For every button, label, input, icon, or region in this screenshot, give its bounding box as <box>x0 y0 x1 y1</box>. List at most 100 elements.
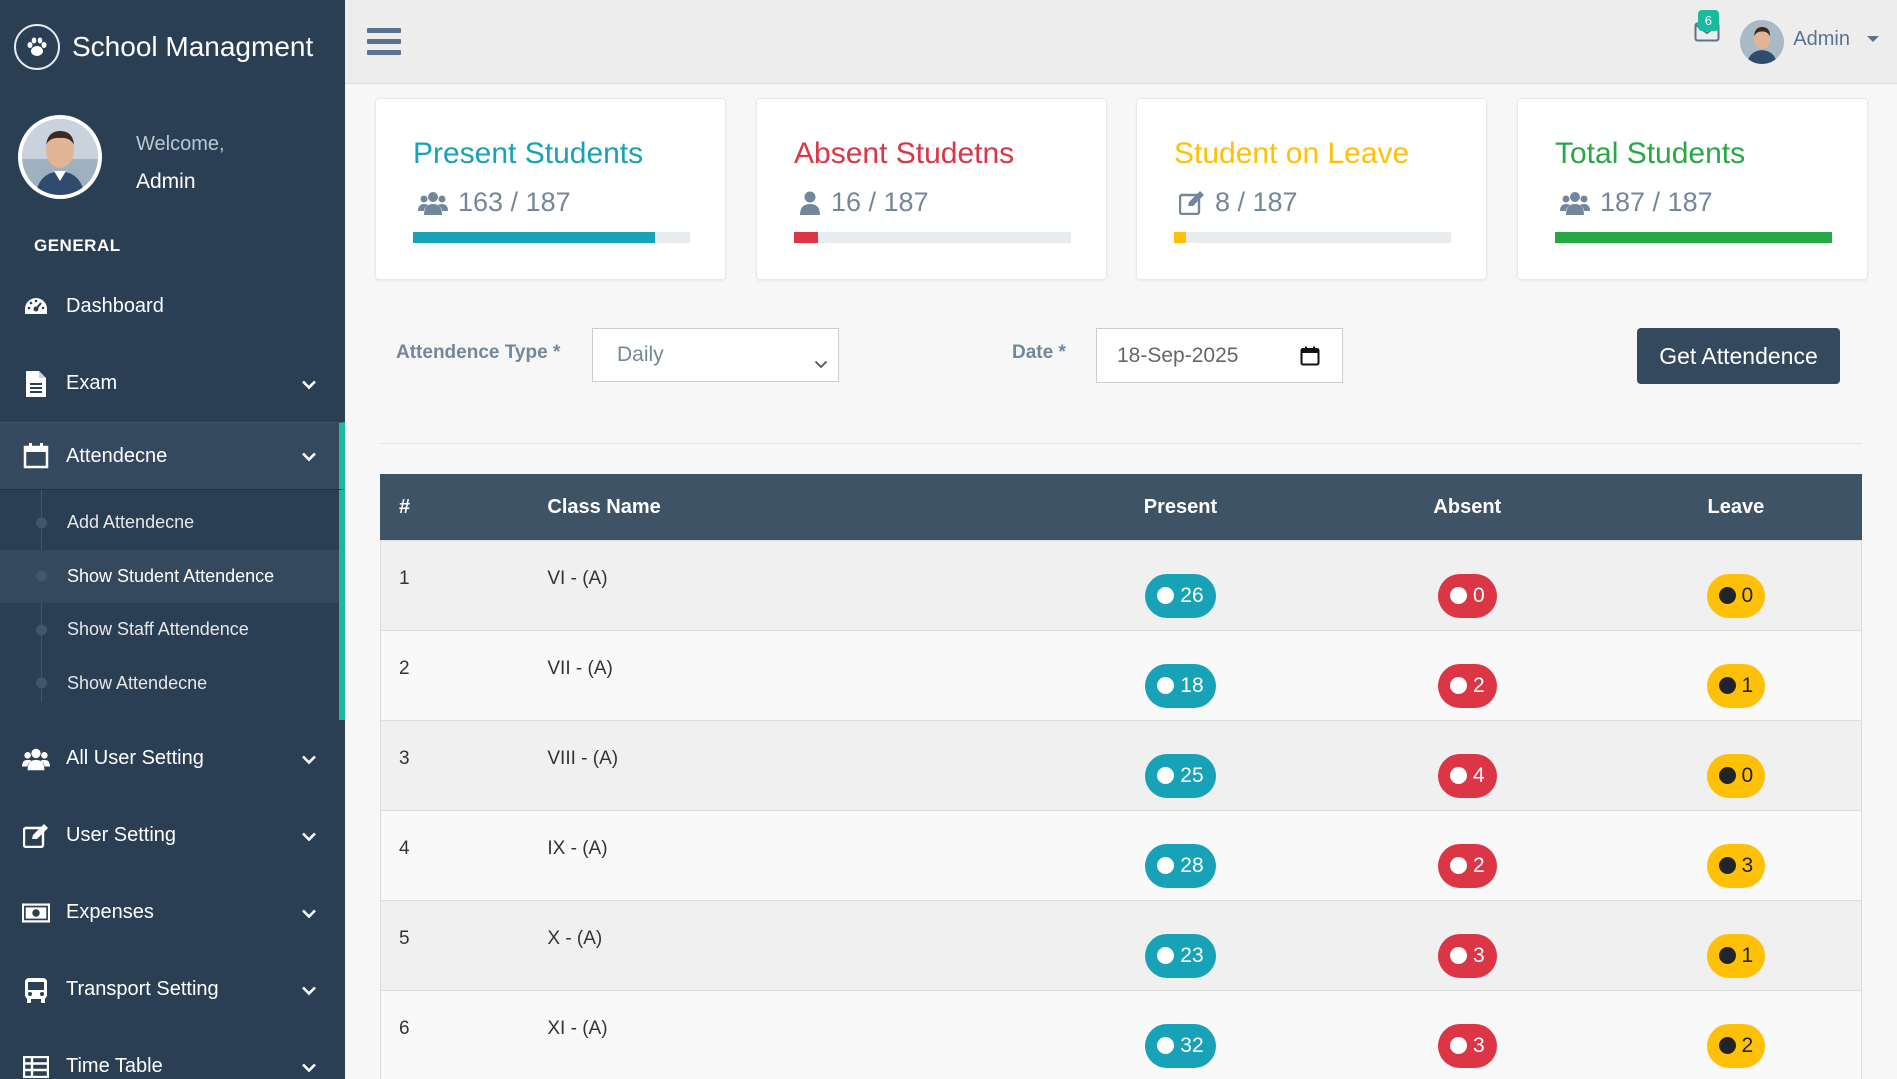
dot-icon <box>1718 677 1736 694</box>
leave-badge: 1 <box>1706 933 1766 978</box>
card-value-text: 187 / 187 <box>1600 187 1713 217</box>
avatar <box>18 115 102 199</box>
leave-count: 0 <box>1741 583 1754 607</box>
absent-count: 3 <box>1472 1033 1485 1057</box>
topbar: 6 Admin <box>345 0 1897 84</box>
sidebar-item-expenses[interactable]: Expenses <box>0 874 345 951</box>
sidebar-item-dashboard[interactable]: Dashboard <box>0 268 345 345</box>
present-count: 25 <box>1180 763 1204 787</box>
stat-card-absent: Absent Studetns 16 / 187 <box>756 98 1107 280</box>
table-row: 3 VIII - (A) 25 4 0 <box>380 720 1862 810</box>
dot-icon <box>1718 947 1736 964</box>
col-header-present: Present <box>1143 495 1218 518</box>
dot-icon <box>1449 677 1467 694</box>
menu-toggle-icon[interactable] <box>367 28 401 56</box>
caret-down-icon[interactable] <box>1867 36 1879 42</box>
card-value-text: 16 / 187 <box>831 187 929 217</box>
card-title: Present Students <box>413 137 644 170</box>
cell-number: 5 <box>399 928 410 949</box>
attendance-type-select[interactable]: Daily <box>592 328 839 382</box>
mail-count-badge: 6 <box>1697 10 1719 31</box>
absent-count: 3 <box>1472 943 1485 967</box>
sidebar-item-attendance[interactable]: Attendecne <box>0 422 345 490</box>
progress-bar <box>1174 232 1451 243</box>
present-count: 26 <box>1180 583 1204 607</box>
present-badge: 18 <box>1145 663 1216 708</box>
leave-badge: 2 <box>1706 1023 1766 1068</box>
date-input[interactable]: 18-Sep-2025 <box>1096 328 1343 383</box>
dashboard-icon <box>22 293 50 321</box>
sidebar-item-label: All User Setting <box>66 747 204 769</box>
brand[interactable]: School Managment <box>0 0 345 93</box>
leave-badge: 0 <box>1706 573 1766 618</box>
attendance-submenu: Add Attendecne Show Student Attendence S… <box>0 490 345 720</box>
sidebar-item-label: Attendecne <box>66 444 168 467</box>
leave-count: 1 <box>1741 673 1754 697</box>
absent-badge: 2 <box>1437 843 1497 888</box>
present-count: 23 <box>1180 943 1204 967</box>
get-attendance-button[interactable]: Get Attendence <box>1637 328 1840 384</box>
leave-badge: 1 <box>1706 663 1766 708</box>
progress-fill <box>1555 232 1832 243</box>
sidebar-item-label: Dashboard <box>66 295 164 317</box>
present-count: 28 <box>1180 853 1204 877</box>
chevron-down-icon <box>301 901 317 924</box>
dot-icon <box>1449 1037 1467 1054</box>
cell-class-name: VIII - (A) <box>547 748 619 769</box>
edit-icon <box>1179 190 1204 215</box>
dot-icon <box>1449 857 1467 874</box>
card-value: 187 / 187 <box>1560 187 1713 218</box>
brand-title: School Managment <box>72 30 314 62</box>
table-header: # Class Name Present Absent Leave <box>380 474 1862 540</box>
absent-count: 0 <box>1472 583 1485 607</box>
sidebar-item-all-user-setting[interactable]: All User Setting <box>0 720 345 797</box>
date-label: Date * <box>1012 342 1066 363</box>
col-header-absent: Absent <box>1433 495 1502 518</box>
users-icon <box>418 191 448 215</box>
absent-count: 2 <box>1472 673 1485 697</box>
leave-count: 2 <box>1741 1033 1754 1057</box>
dot-icon <box>1718 767 1736 784</box>
user-menu-label[interactable]: Admin <box>1793 28 1850 51</box>
card-value: 8 / 187 <box>1179 187 1298 218</box>
card-title: Total Students <box>1555 137 1746 170</box>
submenu-add-attendance[interactable]: Add Attendecne <box>0 496 339 550</box>
progress-bar <box>413 232 690 243</box>
chevron-down-icon <box>301 747 317 770</box>
dot-icon <box>1157 587 1175 604</box>
table-row: 5 X - (A) 23 3 1 <box>380 900 1862 990</box>
dot-icon <box>1157 1037 1175 1054</box>
dot-icon <box>1718 857 1736 874</box>
calendar-icon[interactable] <box>1300 346 1320 372</box>
dot-icon <box>1157 767 1175 784</box>
submenu-show-student-attendance[interactable]: Show Student Attendence <box>0 549 339 603</box>
chevron-down-icon <box>301 824 317 847</box>
cell-class-name: VII - (A) <box>547 658 613 679</box>
divider <box>380 443 1862 444</box>
present-count: 18 <box>1180 673 1204 697</box>
select-value: Daily <box>617 343 664 366</box>
cell-class-name: IX - (A) <box>547 838 608 859</box>
sidebar-item-label: Exam <box>66 372 118 394</box>
chevron-down-icon <box>301 978 317 1001</box>
sidebar-item-user-setting[interactable]: User Setting <box>0 797 345 874</box>
col-header-number: # <box>399 495 411 518</box>
progress-fill <box>1174 232 1186 243</box>
user-avatar[interactable] <box>1740 20 1784 64</box>
cell-number: 2 <box>399 658 410 679</box>
sidebar-item-time-table[interactable]: Time Table <box>0 1028 345 1079</box>
absent-count: 4 <box>1472 763 1485 787</box>
present-badge: 28 <box>1145 843 1216 888</box>
dot-icon <box>1718 587 1736 604</box>
table-row: 6 XI - (A) 32 3 2 <box>380 990 1862 1079</box>
date-value: 18-Sep-2025 <box>1117 343 1239 367</box>
submenu-show-staff-attendance[interactable]: Show Staff Attendence <box>0 603 339 657</box>
sidebar-item-exam[interactable]: Exam <box>0 345 345 422</box>
table-row: 4 IX - (A) 28 2 3 <box>380 810 1862 900</box>
table-row: 2 VII - (A) 18 2 1 <box>380 630 1862 720</box>
sidebar-item-transport-setting[interactable]: Transport Setting <box>0 951 345 1028</box>
users-icon <box>22 745 50 773</box>
card-value: 163 / 187 <box>418 187 571 218</box>
sidebar-item-label: Expenses <box>66 901 154 923</box>
submenu-show-attendance[interactable]: Show Attendecne <box>0 657 339 711</box>
